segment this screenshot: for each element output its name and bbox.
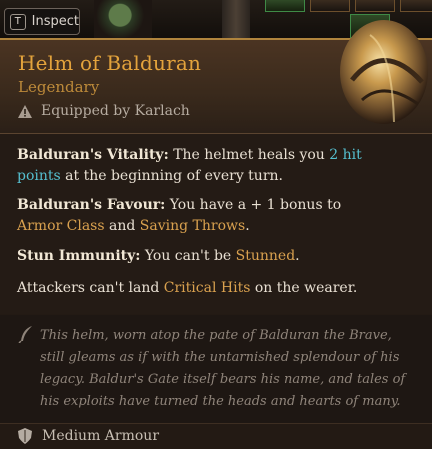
- item-title: Helm of Balduran: [18, 51, 202, 75]
- keybind-badge: T: [10, 13, 26, 30]
- critical-hits-link[interactable]: Critical Hits: [164, 280, 251, 296]
- quill-icon: [18, 326, 32, 343]
- property-text: You can't be: [140, 248, 236, 264]
- equipped-armor-thumbnail[interactable]: [222, 0, 250, 38]
- property-text: You have a + 1 bonus to: [165, 197, 342, 213]
- armor-class-link[interactable]: Armor Class: [17, 218, 105, 234]
- property-stun-immunity: Stun Immunity: You can't be Stunned.: [17, 246, 387, 267]
- property-favour: Balduran's Favour: You have a + 1 bonus …: [17, 195, 387, 237]
- property-text: on the wearer.: [250, 280, 358, 296]
- equipped-by-text: Equipped by Karlach: [41, 103, 190, 119]
- property-heading: Balduran's Favour:: [17, 197, 166, 213]
- warning-icon: [18, 104, 32, 118]
- inspect-button[interactable]: T Inspect: [4, 8, 80, 35]
- saving-throws-link[interactable]: Saving Throws: [140, 218, 245, 234]
- item-rarity: Legendary: [18, 78, 100, 96]
- character-portrait[interactable]: [94, 0, 152, 38]
- property-vitality: Balduran's Vitality: The helmet heals yo…: [17, 145, 387, 187]
- shield-icon: [18, 428, 32, 444]
- helm-artwork: [322, 10, 432, 130]
- inspect-label: Inspect: [31, 14, 79, 29]
- property-text: .: [245, 218, 250, 234]
- item-tooltip: Helm of Balduran Legendary Equipped by K…: [0, 20, 432, 449]
- property-text: Attackers can't land: [17, 280, 164, 296]
- property-critical-immunity: Attackers can't land Critical Hits on th…: [17, 278, 387, 299]
- property-heading: Stun Immunity:: [17, 248, 141, 264]
- armour-type: Medium Armour: [42, 428, 160, 444]
- flavor-section: This helm, worn atop the pate of Baldura…: [0, 315, 432, 423]
- divider: [0, 423, 432, 424]
- property-heading: Balduran's Vitality:: [17, 147, 169, 163]
- tooltip-header: Helm of Balduran Legendary Equipped by K…: [0, 20, 432, 135]
- property-text: and: [104, 218, 140, 234]
- property-text: .: [295, 248, 300, 264]
- flavor-text: This helm, worn atop the pate of Baldura…: [40, 328, 406, 409]
- property-text: at the beginning of every turn.: [60, 168, 283, 184]
- stunned-link[interactable]: Stunned: [236, 248, 296, 264]
- equipped-status: Equipped by Karlach: [18, 103, 190, 119]
- property-text: The helmet heals you: [168, 147, 330, 163]
- inventory-slot[interactable]: [265, 0, 305, 12]
- armour-type-row: Medium Armour: [18, 428, 159, 444]
